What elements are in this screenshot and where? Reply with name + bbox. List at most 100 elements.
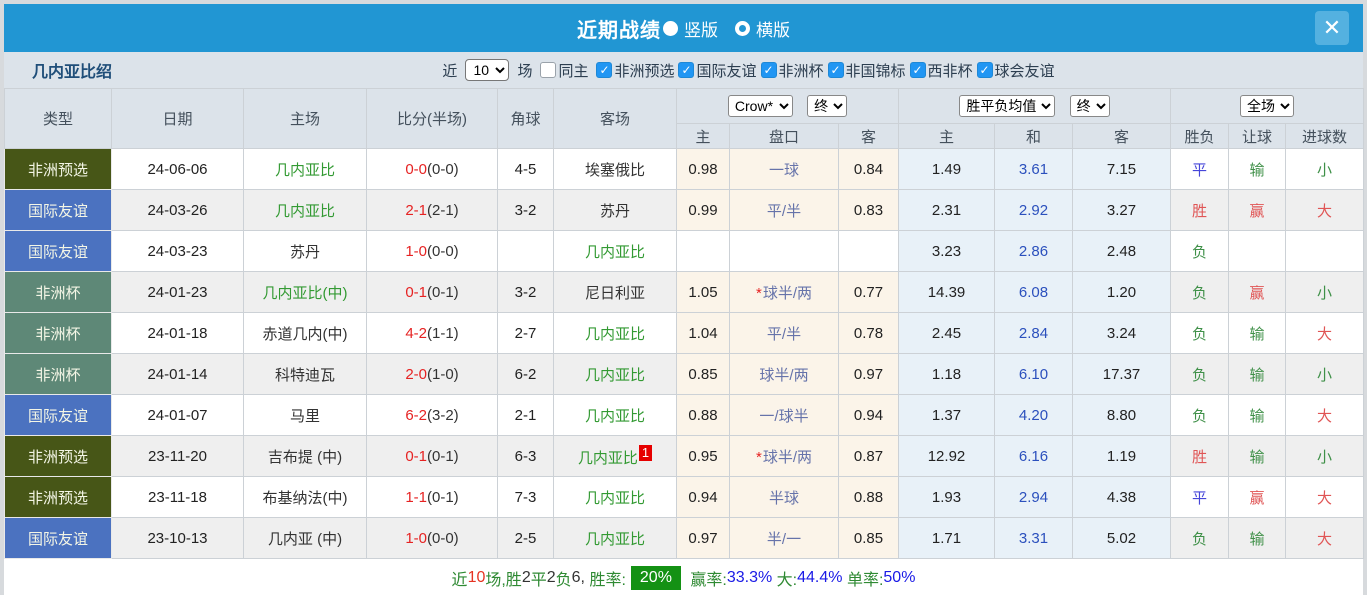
close-button[interactable]: ✕ — [1315, 11, 1349, 45]
away-team: 苏丹 — [553, 189, 677, 231]
result-cell: 平 — [1170, 148, 1230, 190]
home-team: 科特迪瓦 — [243, 353, 367, 395]
odds-company-select[interactable]: Crow* — [727, 95, 793, 117]
result-cell: 胜 — [1170, 435, 1230, 477]
half-time-score: (0-0) — [427, 529, 459, 547]
competition-filter[interactable]: ✓ 非国锦标 — [827, 60, 906, 81]
result-cell: 负 — [1170, 353, 1230, 395]
avg-draw-odds: 2.94 — [994, 476, 1073, 518]
handicap-line-text: 球半/两 — [759, 366, 809, 384]
scope-select[interactable]: 全场 — [1240, 95, 1295, 117]
close-icon: ✕ — [1322, 15, 1342, 40]
handicap-line-text: 球半/两 — [762, 284, 812, 302]
handicap-result-cell: 输 — [1228, 394, 1287, 436]
away-team-name: 几内亚比 — [584, 407, 645, 425]
sub-column-header: 客 — [838, 123, 899, 149]
recent-results-panel: 近期战绩 竖版 横版 ✕ 几内亚比绍 近 10 场 同主 ✓ 非洲预选 ✓ 国际… — [4, 4, 1365, 595]
sub-column-header: 主 — [676, 123, 730, 149]
match-type-cell: 国际友谊 — [4, 394, 112, 436]
avg-draw-odds: 3.61 — [994, 148, 1073, 190]
table-row: 非洲预选 23-11-20 吉布提 (中) 0-1(0-1) 6-3 几内亚比 1 0.95 *… — [4, 435, 1365, 477]
competition-filter[interactable]: ✓ 非洲预选 — [596, 60, 674, 81]
goals-result-cell: 大 — [1285, 394, 1365, 436]
result-cell: 负 — [1170, 312, 1230, 354]
avg-draw-odds: 2.84 — [994, 312, 1073, 354]
goals-result-cell — [1285, 230, 1365, 272]
title-bar: 近期战绩 竖版 横版 ✕ — [4, 4, 1363, 52]
away-team: 几内亚比 — [553, 394, 677, 436]
rank-badge: 1 — [638, 444, 653, 461]
handicap-line: 一球 — [729, 148, 839, 190]
avg-away-odds: 2.48 — [1071, 230, 1172, 272]
team-title: 几内亚比绍 — [32, 64, 113, 81]
footer-segment: 6, — [571, 568, 590, 586]
sub-column-header: 盘口 — [729, 123, 839, 149]
match-date: 24-01-23 — [111, 271, 244, 313]
handicap-line: 半球 — [729, 476, 839, 518]
match-date: 24-01-18 — [111, 312, 244, 354]
away-team-name: 埃塞俄比 — [584, 161, 645, 179]
handicap-home-odds: 1.04 — [676, 312, 730, 354]
away-team: 埃塞俄比 — [553, 148, 677, 190]
avg-draw-odds: 2.92 — [994, 189, 1073, 231]
footer-segment: 44.4% — [797, 568, 843, 586]
full-time-score: 0-1 — [405, 447, 427, 465]
avg-home-odds: 2.31 — [898, 189, 995, 231]
avg-type-select[interactable]: 胜平负均值 — [959, 95, 1056, 117]
panel-title: 近期战绩 — [577, 19, 661, 42]
handicap-away-odds: 0.84 — [838, 148, 899, 190]
half-time-score: (0-0) — [427, 242, 459, 260]
avg-away-odds: 17.37 — [1071, 353, 1172, 395]
full-time-score: 0-0 — [405, 160, 427, 178]
handicap-home-odds: 0.99 — [676, 189, 730, 231]
avg-draw-odds: 3.31 — [994, 517, 1073, 559]
avg-time-select[interactable]: 终 — [1069, 95, 1110, 117]
competition-filter[interactable]: ✓ 国际友谊 — [678, 60, 757, 81]
score-cell: 2-0(1-0) — [366, 353, 498, 395]
same-home-filter[interactable]: 同主 — [540, 60, 588, 81]
col-header-type: 类型 — [4, 88, 112, 149]
competition-filter[interactable]: ✓ 球会友谊 — [976, 60, 1055, 81]
avg-home-odds: 1.93 — [898, 476, 995, 518]
away-team: 几内亚比 — [553, 517, 677, 559]
goals-result-cell: 小 — [1285, 148, 1365, 190]
home-team: 吉布提 (中) — [243, 435, 367, 477]
competition-filter[interactable]: ✓ 非洲杯 — [760, 60, 824, 81]
goals-result-cell: 大 — [1285, 312, 1365, 354]
radio-unselected-icon — [735, 20, 750, 36]
checkbox-checked-icon: ✓ — [909, 62, 926, 78]
table-row: 非洲杯 24-01-23 几内亚比(中) 0-1(0-1) 3-2 尼日利亚 1.05 *球半… — [4, 271, 1365, 313]
table-row: 国际友谊 23-10-13 几内亚 (中) 1-0(0-0) 2-5 几内亚比 0.97 半/… — [4, 517, 1365, 559]
col-header-date: 日期 — [111, 88, 244, 149]
odds-time-select[interactable]: 终 — [807, 95, 848, 117]
checkbox-checked-icon: ✓ — [760, 62, 777, 78]
home-team: 布基纳法(中) — [243, 476, 367, 518]
col-header-score: 比分(半场) — [366, 88, 498, 149]
handicap-home-odds: 0.94 — [676, 476, 730, 518]
layout-radio-horizontal[interactable]: 横版 — [725, 16, 790, 41]
matches-count-select[interactable]: 10 — [465, 59, 510, 81]
competition-label: 非洲杯 — [778, 62, 824, 80]
handicap-away-odds — [838, 230, 899, 272]
handicap-result-cell: 输 — [1228, 435, 1287, 477]
competition-filters: ✓ 非洲预选 ✓ 国际友谊 ✓ 非洲杯 ✓ 非国锦标 ✓ 西非杯 ✓ 球会友谊 — [592, 60, 1055, 81]
away-team: 尼日利亚 — [553, 271, 677, 313]
goals-result-cell: 大 — [1285, 476, 1365, 518]
match-type-cell: 非洲预选 — [4, 476, 112, 518]
footer-segment: 胜率: — [589, 571, 626, 589]
handicap-home-odds: 1.05 — [676, 271, 730, 313]
full-time-score: 1-0 — [405, 529, 427, 547]
half-time-score: (0-1) — [427, 283, 459, 301]
score-cell: 4-2(1-1) — [366, 312, 498, 354]
handicap-line-text: 半/一 — [766, 530, 802, 548]
handicap-result-cell: 输 — [1228, 353, 1287, 395]
handicap-result-cell: 赢 — [1228, 189, 1287, 231]
match-type-cell: 非洲杯 — [4, 271, 112, 313]
away-team-name: 几内亚比 — [584, 366, 645, 384]
result-cell: 负 — [1170, 517, 1230, 559]
match-type-cell: 非洲杯 — [4, 353, 112, 395]
competition-label: 西非杯 — [927, 62, 973, 80]
competition-filter[interactable]: ✓ 西非杯 — [909, 60, 973, 81]
layout-radio-vertical[interactable]: 竖版 — [663, 16, 718, 41]
table-row: 国际友谊 24-03-23 苏丹 1-0(0-0) 几内亚比 3.23 2.86 2.48 负 — [4, 230, 1365, 272]
